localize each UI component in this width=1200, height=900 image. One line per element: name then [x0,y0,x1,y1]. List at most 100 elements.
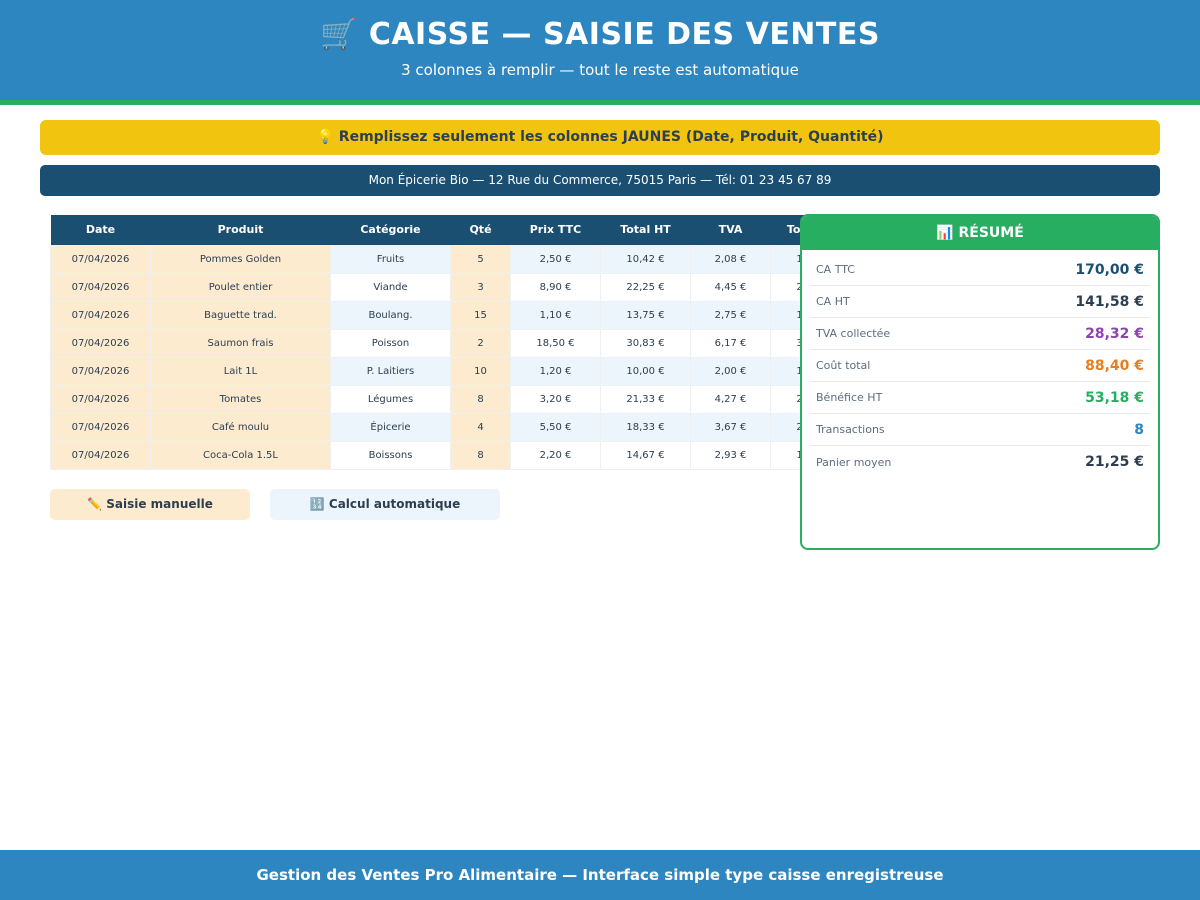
input-cell[interactable]: 07/04/2026 [50,356,151,386]
computed-cell: Poisson [330,328,451,358]
computed-cell: 2,50 € [510,244,601,274]
input-cell[interactable]: 07/04/2026 [50,412,151,442]
summary-label: CA HT [816,295,850,308]
computed-cell: 2,20 € [510,440,601,470]
computed-cell: 4,27 € [690,384,771,414]
summary-label: Bénéfice HT [816,391,883,404]
app-header: 🛒 CAISSE — SAISIE DES VENTES 3 colonnes … [0,0,1200,100]
input-cell[interactable]: 07/04/2026 [50,440,151,470]
summary-row: Panier moyen 21,25 € [810,446,1150,478]
computed-cell: 30,83 € [600,328,691,358]
computed-cell: Fruits [330,244,451,274]
computed-cell: 1,20 € [510,356,601,386]
input-cell[interactable]: Café moulu [150,412,331,442]
legend-auto-calc: 🔢 Calcul automatique [270,489,500,520]
input-cell[interactable]: Baguette trad. [150,300,331,330]
computed-cell: 13,75 € [600,300,691,330]
column-header: Produit [150,215,331,245]
computed-cell: Légumes [330,384,451,414]
header-divider [0,100,1200,105]
page-subtitle: 3 colonnes à remplir — tout le reste est… [401,61,799,79]
input-cell[interactable]: Poulet entier [150,272,331,302]
input-cell[interactable]: Lait 1L [150,356,331,386]
computed-cell: Épicerie [330,412,451,442]
column-header: Total HT [600,215,691,245]
input-cell[interactable]: 3 [450,272,511,302]
input-cell[interactable]: 07/04/2026 [50,244,151,274]
computed-cell: 2,00 € [690,356,771,386]
column-header: TVA [690,215,771,245]
summary-label: Coût total [816,359,871,372]
summary-value: 21,25 € [1085,454,1144,470]
summary-row: CA TTC 170,00 € [810,254,1150,286]
input-cell[interactable]: Tomates [150,384,331,414]
summary-label: Transactions [816,423,885,436]
computed-cell: 6,17 € [690,328,771,358]
summary-value: 53,18 € [1085,389,1144,406]
computed-cell: 3,20 € [510,384,601,414]
computed-cell: P. Laitiers [330,356,451,386]
summary-row: CA HT 141,58 € [810,286,1150,318]
computed-cell: 21,33 € [600,384,691,414]
computed-cell: Boulang. [330,300,451,330]
computed-cell: 5,50 € [510,412,601,442]
summary-value: 8 [1134,421,1144,438]
input-cell[interactable]: 07/04/2026 [50,272,151,302]
column-header: Prix TTC [510,215,601,245]
input-cell[interactable]: Saumon frais [150,328,331,358]
column-header: Qté [450,215,511,245]
input-cell[interactable]: 07/04/2026 [50,328,151,358]
summary-value: 141,58 € [1075,293,1144,310]
table-row: 07/04/2026 Café moulu Épicerie 4 5,50 €18,33… [50,412,861,442]
column-header: Catégorie [330,215,451,245]
summary-label: CA TTC [816,263,855,276]
column-header: Date [50,215,151,245]
computed-cell: Boissons [330,440,451,470]
summary-value: 88,40 € [1085,357,1144,374]
computed-cell: Viande [330,272,451,302]
input-cell[interactable]: 8 [450,440,511,470]
store-info-banner: Mon Épicerie Bio — 12 Rue du Commerce, 7… [40,165,1160,196]
computed-cell: 3,67 € [690,412,771,442]
sales-table: Date Produit Catégorie Qté Prix TTC Total HT T… [50,215,861,470]
computed-cell: 2,93 € [690,440,771,470]
table-row: 07/04/2026 Saumon frais Poisson 2 18,50 €30,… [50,328,861,358]
summary-title: 📊 RÉSUMÉ [802,216,1158,250]
footer: Gestion des Ventes Pro Alimentaire — Int… [0,850,1200,900]
computed-cell: 2,75 € [690,300,771,330]
table-row: 07/04/2026 Baguette trad. Boulang. 15 1,10 €… [50,300,861,330]
computed-cell: 1,10 € [510,300,601,330]
input-cell[interactable]: 10 [450,356,511,386]
table-row: 07/04/2026 Lait 1L P. Laitiers 10 1,20 €10,0… [50,356,861,386]
input-cell[interactable]: 07/04/2026 [50,300,151,330]
input-cell[interactable]: 4 [450,412,511,442]
instruction-banner: 💡 Remplissez seulement les colonnes JAUN… [40,120,1160,155]
computed-cell: 2,08 € [690,244,771,274]
summary-row: Bénéfice HT 53,18 € [810,382,1150,414]
computed-cell: 18,50 € [510,328,601,358]
computed-cell: 14,67 € [600,440,691,470]
summary-row: TVA collectée 28,32 € [810,318,1150,350]
computed-cell: 22,25 € [600,272,691,302]
summary-value: 170,00 € [1075,261,1144,278]
page-title: 🛒 CAISSE — SAISIE DES VENTES [320,17,880,52]
table-row: 07/04/2026 Coca-Cola 1.5L Boissons 8 2,20 €1… [50,440,861,470]
input-cell[interactable]: 15 [450,300,511,330]
input-cell[interactable]: Coca-Cola 1.5L [150,440,331,470]
computed-cell: 18,33 € [600,412,691,442]
input-cell[interactable]: 2 [450,328,511,358]
computed-cell: 10,42 € [600,244,691,274]
table-row: 07/04/2026 Tomates Légumes 8 3,20 €21,33 €4,… [50,384,861,414]
summary-row: Coût total 88,40 € [810,350,1150,382]
input-cell[interactable]: 07/04/2026 [50,384,151,414]
computed-cell: 10,00 € [600,356,691,386]
summary-value: 28,32 € [1085,325,1144,342]
legend-manual-entry: ✏️ Saisie manuelle [50,489,250,520]
input-cell[interactable]: 5 [450,244,511,274]
summary-row: Transactions 8 [810,414,1150,446]
input-cell[interactable]: Pommes Golden [150,244,331,274]
table-row: 07/04/2026 Pommes Golden Fruits 5 2,50 €10,4… [50,244,861,274]
input-cell[interactable]: 8 [450,384,511,414]
summary-label: Panier moyen [816,455,892,469]
computed-cell: 8,90 € [510,272,601,302]
